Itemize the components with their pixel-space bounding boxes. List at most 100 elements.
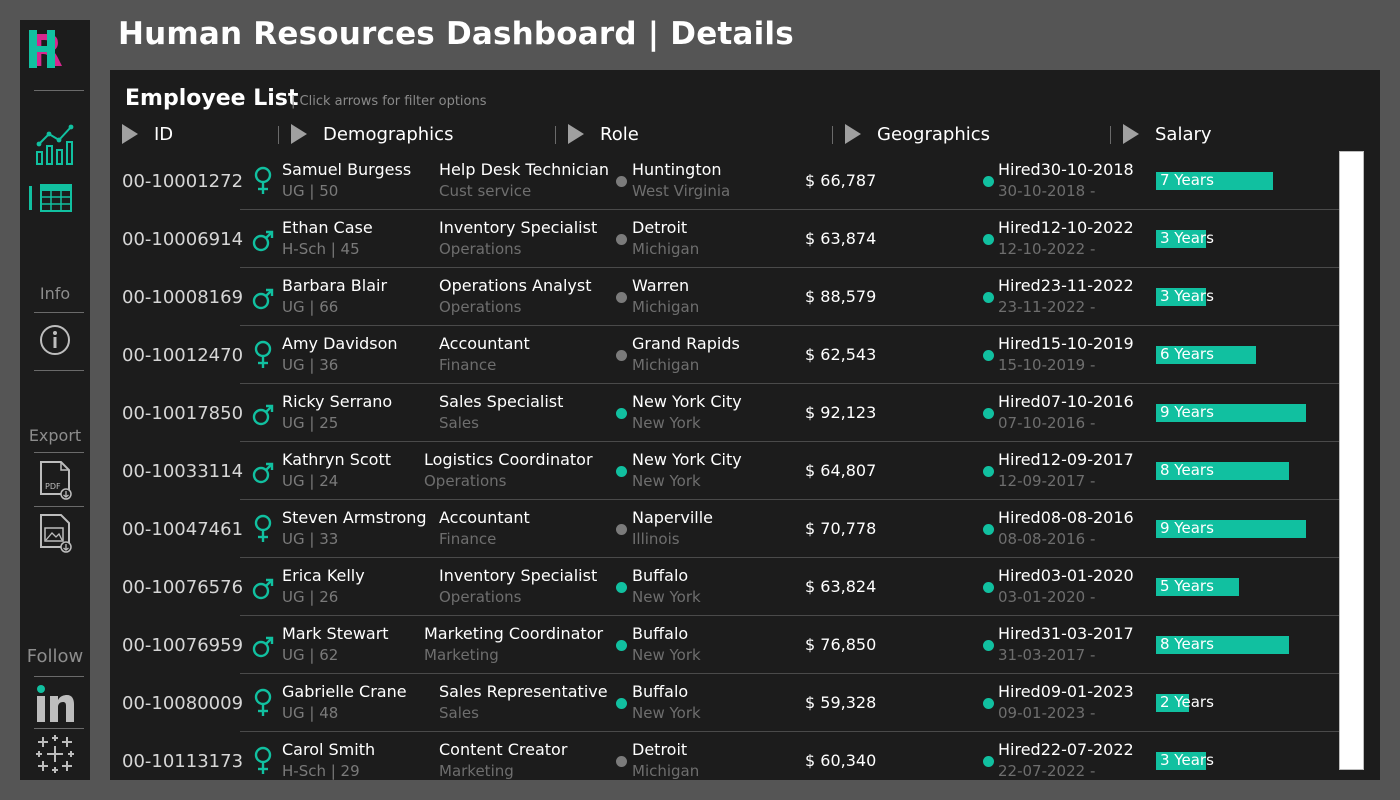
location-dot-icon: [616, 350, 627, 361]
employee-education-age: UG | 48: [282, 704, 339, 722]
location-dot-icon: [616, 292, 627, 303]
hire-status-dot-icon: [983, 408, 994, 419]
column-divider: [555, 126, 556, 144]
employee-hired: Hired09-01-2023: [998, 682, 1134, 701]
employee-department: Finance: [439, 530, 497, 548]
employee-name: Ethan Case: [282, 218, 373, 237]
panel-hint: | Click arrows for filter options: [291, 94, 487, 109]
filter-arrow-icon[interactable]: [1123, 124, 1139, 144]
employee-id: 00-10017850: [122, 403, 244, 424]
column-header-salary[interactable]: Salary: [1123, 122, 1212, 146]
column-label: Demographics: [323, 123, 454, 145]
column-label: Geographics: [877, 123, 991, 145]
sidebar-separator: [34, 370, 84, 371]
employee-tenure: 3 Years: [1160, 229, 1214, 247]
employee-role: Logistics Coordinator: [424, 450, 593, 469]
employee-hire-date: 09-01-2023 -: [998, 704, 1096, 722]
table-details-icon[interactable]: [40, 184, 72, 212]
linkedin-icon[interactable]: [36, 684, 76, 724]
table-row[interactable]: 00-10006914 Ethan Case H-Sch | 45 Inventory…: [110, 210, 1340, 268]
column-header-geographics[interactable]: Geographics: [845, 122, 990, 146]
overview-chart-icon[interactable]: [34, 122, 78, 166]
employee-salary: $ 62,543: [805, 345, 877, 364]
employee-state: Michigan: [632, 298, 700, 316]
vertical-scrollbar[interactable]: [1339, 151, 1364, 770]
employee-state: Michigan: [632, 356, 700, 374]
filter-arrow-icon[interactable]: [291, 124, 307, 144]
employee-id: 00-10047461: [122, 519, 244, 540]
info-icon[interactable]: [39, 324, 71, 356]
table-row[interactable]: 00-10113173 Carol Smith H-Sch | 29 Content …: [110, 732, 1340, 780]
column-header-demographics[interactable]: Demographics: [291, 122, 453, 146]
sidebar-separator: [34, 90, 84, 91]
table-row[interactable]: 00-10017850 Ricky Serrano UG | 25 Sales Spe…: [110, 384, 1340, 442]
employee-salary: $ 88,579: [805, 287, 877, 306]
employee-education-age: H-Sch | 45: [282, 240, 360, 258]
hr-logo-icon[interactable]: R: [27, 24, 83, 74]
employee-tenure: 6 Years: [1160, 345, 1214, 363]
sidebar-separator: [34, 452, 84, 453]
tableau-icon[interactable]: [35, 734, 75, 774]
employee-hired: Hired12-09-2017: [998, 450, 1134, 469]
employee-hired: Hired22-07-2022: [998, 740, 1134, 759]
location-dot-icon: [616, 408, 627, 419]
table-row[interactable]: 00-10033114 Kathryn Scott UG | 24 Logistics…: [110, 442, 1340, 500]
employee-department: Sales: [439, 414, 479, 432]
employee-role: Sales Representative: [439, 682, 608, 701]
employee-hire-date: 12-10-2022 -: [998, 240, 1096, 258]
employee-state: New York: [632, 472, 701, 490]
hire-status-dot-icon: [983, 756, 994, 767]
table-row[interactable]: 00-10076576 Erica Kelly UG | 26 Inventory S…: [110, 558, 1340, 616]
female-icon: [252, 340, 274, 370]
male-icon: [252, 456, 274, 486]
employee-department: Operations: [424, 472, 507, 490]
employee-tenure: 8 Years: [1160, 635, 1214, 653]
employee-hired: Hired07-10-2016: [998, 392, 1134, 411]
column-header-id[interactable]: ID: [122, 122, 173, 146]
location-dot-icon: [616, 524, 627, 535]
hire-status-dot-icon: [983, 582, 994, 593]
sidebar-separator: [34, 506, 84, 507]
filter-arrow-icon[interactable]: [568, 124, 584, 144]
location-dot-icon: [616, 756, 627, 767]
employee-id: 00-10076959: [122, 635, 244, 656]
employee-tenure: 5 Years: [1160, 577, 1214, 595]
pdf-export-icon[interactable]: PDF: [38, 460, 74, 500]
employee-id: 00-10033114: [122, 461, 244, 482]
employee-city: Huntington: [632, 160, 722, 179]
svg-text:PDF: PDF: [45, 482, 61, 491]
employee-education-age: UG | 50: [282, 182, 339, 200]
employee-education-age: UG | 36: [282, 356, 339, 374]
employee-role: Operations Analyst: [439, 276, 592, 295]
employee-hired: Hired12-10-2022: [998, 218, 1134, 237]
employee-table: 00-10001272 Samuel Burgess UG | 50 Help Des…: [110, 152, 1340, 780]
panel-title: Employee List: [125, 86, 299, 111]
employee-department: Operations: [439, 240, 522, 258]
employee-education-age: UG | 26: [282, 588, 339, 606]
employee-city: Detroit: [632, 740, 688, 759]
filter-arrow-icon[interactable]: [845, 124, 861, 144]
employee-tenure: 9 Years: [1160, 403, 1214, 421]
table-row[interactable]: 00-10076959 Mark Stewart UG | 62 Marketing …: [110, 616, 1340, 674]
employee-tenure: 9 Years: [1160, 519, 1214, 537]
employee-salary: $ 63,874: [805, 229, 877, 248]
employee-salary: $ 64,807: [805, 461, 877, 480]
table-row[interactable]: 00-10012470 Amy Davidson UG | 36 Accountant…: [110, 326, 1340, 384]
employee-city: New York City: [632, 392, 742, 411]
employee-salary: $ 59,328: [805, 693, 877, 712]
employee-education-age: UG | 33: [282, 530, 339, 548]
employee-hire-date: 30-10-2018 -: [998, 182, 1096, 200]
hire-status-dot-icon: [983, 350, 994, 361]
column-header-role[interactable]: Role: [568, 122, 639, 146]
column-label: Role: [600, 123, 639, 145]
table-row[interactable]: 00-10080009 Gabrielle Crane UG | 48 Sales R…: [110, 674, 1340, 732]
image-export-icon[interactable]: [38, 513, 74, 553]
table-row[interactable]: 00-10001272 Samuel Burgess UG | 50 Help Des…: [110, 152, 1340, 210]
table-row[interactable]: 00-10008169 Barbara Blair UG | 66 Operation…: [110, 268, 1340, 326]
table-row[interactable]: 00-10047461 Steven Armstrong UG | 33 Accoun…: [110, 500, 1340, 558]
location-dot-icon: [616, 582, 627, 593]
hire-status-dot-icon: [983, 176, 994, 187]
export-label: Export: [28, 426, 82, 445]
filter-arrow-icon[interactable]: [122, 124, 138, 144]
employee-name: Steven Armstrong: [282, 508, 427, 527]
